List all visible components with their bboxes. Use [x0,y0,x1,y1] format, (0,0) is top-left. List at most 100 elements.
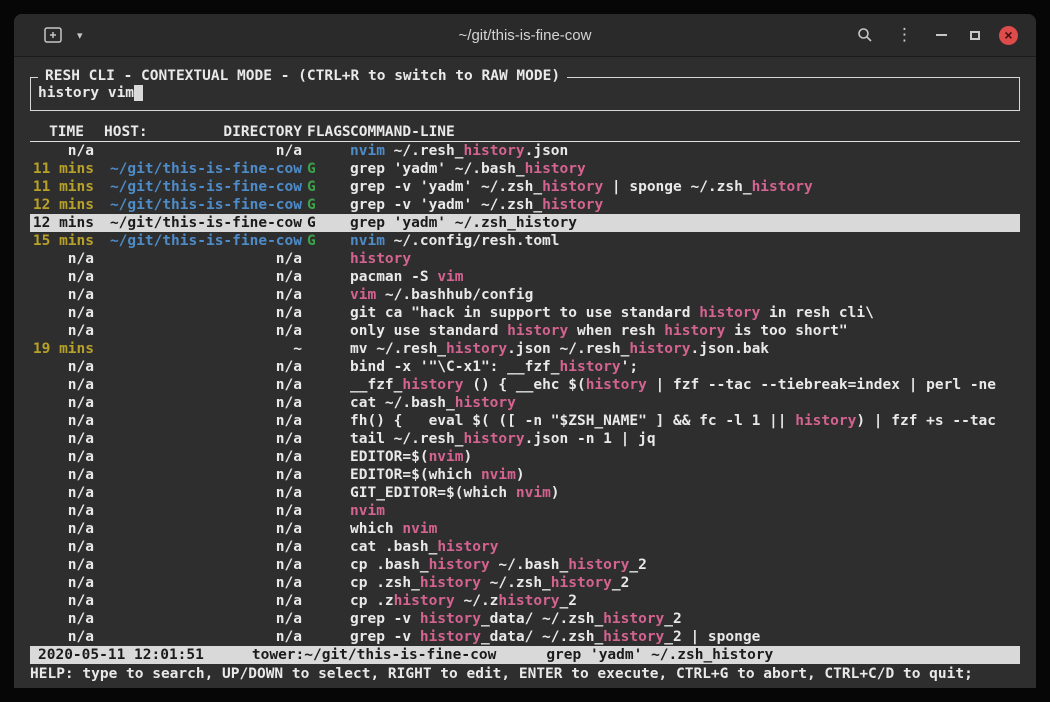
history-row[interactable]: 11 mins~/git/this-is-fine-cowGgrep 'yadm… [30,160,1020,178]
history-row[interactable]: 12 mins~/git/this-is-fine-cowGgrep -v 'y… [30,196,1020,214]
row-git-flag [302,610,350,628]
command-text: when resh [568,323,664,339]
row-command: history [350,250,1020,268]
command-match-text: history [516,215,577,231]
history-row[interactable]: n/an/aonly use standard history when res… [30,322,1020,340]
history-row[interactable]: 15 mins~/git/this-is-fine-cowGnvim ~/.co… [30,232,1020,250]
command-match-text: history [464,143,525,159]
history-row[interactable]: n/an/anvim [30,502,1020,520]
history-row-selected[interactable]: 12 mins~/git/this-is-fine-cowGgrep 'yadm… [30,214,1020,232]
command-match-text: history [446,341,507,357]
command-text: grep 'yadm' ~/.zsh_ [350,215,516,231]
search-button[interactable] [853,23,877,47]
history-row[interactable]: n/an/afh() { eval $( ([ -n "$ZSH_NAME" ]… [30,412,1020,430]
history-row[interactable]: n/an/abind -x '"\C-x1": __fzf_history'; [30,358,1020,376]
header-host: HOST: [104,123,148,141]
command-text: '; [621,359,638,375]
terminal-window: ▾ ~/git/this-is-fine-cow ⋮ × [14,14,1036,688]
row-command: cp .bash_history ~/.bash_history_2 [350,556,1020,574]
row-time: n/a [30,376,94,394]
history-row[interactable]: n/an/agrep -v history_data/ ~/.zsh_histo… [30,628,1020,646]
history-row[interactable]: 19 mins~mv ~/.resh_history.json ~/.resh_… [30,340,1020,358]
profile-dropdown-button[interactable]: ▾ [73,25,87,46]
row-command: EDITOR=$(which nvim) [350,466,1020,484]
history-row[interactable]: n/an/aEDITOR=$(which nvim) [30,466,1020,484]
history-row[interactable]: n/an/ahistory [30,250,1020,268]
command-match-text: nvim [516,485,551,501]
row-command: cat .bash_history [350,538,1020,556]
row-host-directory: n/a [94,610,302,628]
history-row[interactable]: n/an/aEDITOR=$(nvim) [30,448,1020,466]
row-host-directory: ~/git/this-is-fine-cow [94,214,302,232]
status-command: grep 'yadm' ~/.zsh_history [546,646,773,664]
chevron-down-icon: ▾ [77,29,83,42]
command-match-text: history [603,629,664,645]
history-list: n/an/anvim ~/.resh_history.json11 mins~/… [30,142,1020,646]
row-command: EDITOR=$(nvim) [350,448,1020,466]
row-host-directory: n/a [94,304,302,322]
history-row[interactable]: n/an/agrep -v history_data/ ~/.zsh_histo… [30,610,1020,628]
command-match-text: history [498,593,559,609]
command-text: ) [516,467,525,483]
row-git-flag [302,628,350,646]
history-row[interactable]: 11 mins~/git/this-is-fine-cowGgrep -v 'y… [30,178,1020,196]
header-command-line: COMMAND-LINE [350,123,1020,141]
menu-button[interactable]: ⋮ [892,23,917,48]
command-text: grep -v 'yadm' ~/.zsh_ [350,179,542,195]
history-row[interactable]: n/an/aGIT_EDITOR=$(which nvim) [30,484,1020,502]
row-time: 19 mins [30,340,94,358]
close-button[interactable]: × [999,26,1018,45]
row-host-directory: ~/git/this-is-fine-cow [94,160,302,178]
row-git-flag [302,322,350,340]
command-match-text: nvim [350,503,385,519]
history-row[interactable]: n/an/acat .bash_history [30,538,1020,556]
history-row[interactable]: n/an/acat ~/.bash_history [30,394,1020,412]
command-text: () { __ehc $( [464,377,586,393]
history-row[interactable]: n/an/apacman -S vim [30,268,1020,286]
command-text: __fzf_ [350,377,402,393]
history-row[interactable]: n/an/acp .bash_history ~/.bash_history_2 [30,556,1020,574]
row-git-flag [302,430,350,448]
status-timestamp: 2020-05-11 12:01:51 [38,646,204,664]
history-row[interactable]: n/an/anvim ~/.resh_history.json [30,142,1020,160]
history-row[interactable]: n/an/acp .zhistory ~/.zhistory_2 [30,592,1020,610]
command-text: grep -v [350,611,420,627]
row-command: pacman -S vim [350,268,1020,286]
history-row[interactable]: n/an/awhich nvim [30,520,1020,538]
command-match-text: history [699,305,760,321]
command-text: .json [525,143,569,159]
row-time: n/a [30,412,94,430]
history-row[interactable]: n/an/atail ~/.resh_history.json -n 1 | j… [30,430,1020,448]
command-match-text: history [664,323,725,339]
command-text: ~/.z [455,593,499,609]
history-row[interactable]: n/an/agit ca "hack in support to use sta… [30,304,1020,322]
restore-button[interactable] [966,27,984,44]
command-match-text: history [795,413,856,429]
command-text: pacman -S [350,269,437,285]
row-time: n/a [30,466,94,484]
row-command: nvim ~/.resh_history.json [350,142,1020,160]
command-match-text: history [603,611,664,627]
row-time: n/a [30,250,94,268]
row-command: GIT_EDITOR=$(which nvim) [350,484,1020,502]
row-command: nvim [350,502,1020,520]
history-row[interactable]: n/an/avim ~/.bashhub/config [30,286,1020,304]
command-text: ~/.config/resh.toml [385,233,560,249]
row-git-flag [302,556,350,574]
row-command: only use standard history when resh hist… [350,322,1020,340]
row-command: cp .zhistory ~/.zhistory_2 [350,592,1020,610]
command-text: grep -v 'yadm' ~/.zsh_ [350,197,542,213]
minimize-button[interactable] [932,30,951,40]
row-git-flag: G [302,178,350,196]
new-tab-button[interactable] [40,23,66,47]
row-git-flag [302,268,350,286]
search-input[interactable]: history vim [38,83,1012,104]
terminal-screen[interactable]: RESH CLI - CONTEXTUAL MODE - (CTRL+R to … [14,57,1036,683]
history-row[interactable]: n/an/acp .zsh_history ~/.zsh_history_2 [30,574,1020,592]
help-bar: HELP: type to search, UP/DOWN to select,… [30,665,1020,683]
history-row[interactable]: n/an/a__fzf_history () { __ehc $(history… [30,376,1020,394]
header-host-directory: HOST: DIRECTORY [94,123,302,141]
command-match-text: history [429,557,490,573]
command-text: which [350,521,402,537]
command-match-text: nvim [481,467,516,483]
